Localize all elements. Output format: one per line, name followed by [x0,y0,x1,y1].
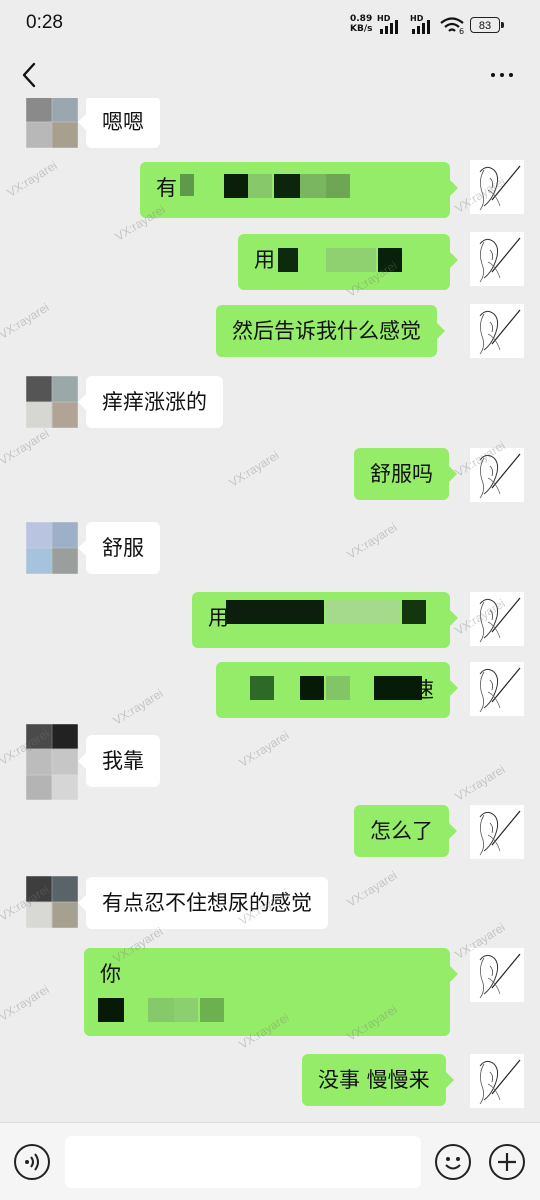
network-speed-unit: KB/s [350,24,373,34]
contact-avatar[interactable] [26,876,78,928]
back-button[interactable] [16,56,46,92]
more-options-button[interactable] [484,60,520,90]
message-bubble-outgoing[interactable]: 怎么了 [354,805,457,857]
sketch-avatar-icon [479,237,521,283]
my-avatar[interactable] [470,662,524,716]
my-avatar[interactable] [470,448,524,502]
message-bubble-incoming[interactable]: 舒服 [78,522,160,574]
watermark-text: VX:rayarei [4,158,60,200]
nav-bar [0,50,540,98]
watermark-text: VX:rayarei [0,982,52,1024]
message-bubble-outgoing[interactable]: 用 [238,234,458,290]
my-avatar[interactable] [470,948,524,1002]
sketch-avatar-icon [479,165,521,211]
sketch-avatar-icon [479,309,521,355]
message-bubble-outgoing[interactable]: 然后告诉我什么感觉 [216,305,445,357]
watermark-text: VX:rayarei [0,300,52,342]
message-bubble-outgoing[interactable]: 有 [140,162,458,218]
my-avatar[interactable] [470,805,524,859]
sketch-avatar-icon [479,597,521,643]
network-speed-value: 0.89 [350,14,373,24]
sketch-avatar-icon [479,1059,521,1105]
add-button[interactable] [489,1144,525,1180]
message-text: 舒服吗 [370,462,433,486]
status-bar: 0:28 0.89 KB/s HD HD 6 83 [0,0,540,50]
message-bubble-incoming[interactable]: 嗯嗯 [78,98,160,148]
message-text: 没事 慢慢来 [318,1068,430,1092]
my-avatar[interactable] [470,232,524,286]
my-avatar[interactable] [470,304,524,358]
wifi-sub-label: 6 [459,27,465,36]
plus-icon [498,1153,516,1171]
sketch-avatar-icon [479,667,521,713]
contact-avatar[interactable] [26,522,78,574]
message-text: 有点忍不住想尿的感觉 [102,891,312,915]
message-text: 有 [156,176,177,200]
message-text: 你 [100,962,121,986]
sketch-avatar-icon [479,810,521,856]
message-text: 怎么了 [370,819,433,843]
message-text: 痒痒涨涨的 [102,390,207,414]
message-bubble-outgoing[interactable]: 你 [84,948,458,1036]
chevron-left-icon [22,62,36,88]
watermark-text: VX:rayarei [226,448,282,490]
signal-icon-2 [412,18,430,34]
contact-avatar[interactable] [26,724,78,800]
my-avatar[interactable] [470,592,524,646]
network-speed: 0.89 KB/s [350,14,372,34]
message-input[interactable] [65,1136,421,1188]
message-bubble-incoming[interactable]: 痒痒涨涨的 [78,376,223,428]
more-dots-icon [491,73,495,77]
watermark-text: VX:rayarei [344,520,400,562]
chat-message-list[interactable]: 嗯嗯 有 用 然后告诉我什么感觉 痒痒涨涨的 舒服吗 舒服 用 速 我靠 怎么了… [0,98,540,1122]
voice-button[interactable] [14,1144,50,1180]
watermark-text: VX:rayarei [0,426,52,468]
watermark-text: VX:rayarei [344,868,400,910]
message-text: 然后告诉我什么感觉 [232,319,421,343]
message-bubble-outgoing[interactable]: 速 [216,662,458,718]
emoji-icon [445,1157,461,1170]
contact-avatar[interactable] [26,98,78,148]
message-bubble-incoming[interactable]: 我靠 [78,735,160,787]
message-text: 速 [413,678,434,702]
my-avatar[interactable] [470,1054,524,1108]
status-time: 0:28 [26,12,63,33]
signal-icon [380,18,398,34]
my-avatar[interactable] [470,160,524,214]
contact-avatar[interactable] [26,376,78,428]
message-bubble-outgoing[interactable]: 舒服吗 [354,448,457,500]
emoji-button[interactable] [435,1144,471,1180]
message-text: 嗯嗯 [102,110,144,134]
voice-icon [25,1153,39,1171]
battery-indicator: 83 [470,17,504,33]
input-bar [0,1122,540,1200]
message-text: 舒服 [102,536,144,560]
message-text: 我靠 [102,749,144,773]
sketch-avatar-icon [479,953,521,999]
message-bubble-outgoing[interactable]: 用 [192,592,458,648]
watermark-text: VX:rayarei [236,728,292,770]
message-bubble-incoming[interactable]: 有点忍不住想尿的感觉 [78,877,328,929]
message-text: 用 [254,248,275,272]
sketch-avatar-icon [479,453,521,499]
watermark-text: VX:rayarei [452,762,508,804]
watermark-text: VX:rayarei [110,686,166,728]
message-bubble-outgoing[interactable]: 没事 慢慢来 [302,1054,454,1106]
